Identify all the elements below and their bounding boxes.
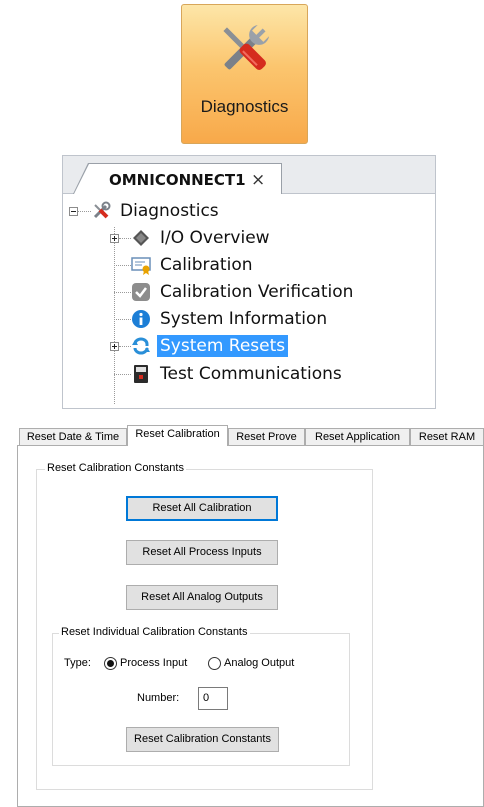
tree-item-label: Calibration Verification xyxy=(160,282,354,302)
tab-reset-calibration[interactable]: Reset Calibration xyxy=(127,425,228,446)
tree-item-system-information[interactable]: System Information xyxy=(131,306,330,332)
group-title: Reset Individual Calibration Constants xyxy=(59,626,250,638)
tree-item-label: Test Communications xyxy=(160,364,342,384)
tree-expand-toggle-system-resets[interactable] xyxy=(110,342,119,351)
tree-item-label: System Information xyxy=(160,309,328,329)
reset-all-process-inputs-button[interactable]: Reset All Process Inputs xyxy=(126,540,278,565)
tree-item-io-overview[interactable]: I/O Overview xyxy=(131,225,273,251)
tree-item-calibration-verification[interactable]: Calibration Verification xyxy=(131,279,356,305)
tree-item-system-resets[interactable]: System Resets xyxy=(131,333,289,359)
analog-output-label[interactable]: Analog Output xyxy=(224,657,294,669)
reset-icon xyxy=(132,337,150,355)
number-input[interactable]: 0 xyxy=(198,687,228,710)
group-title: Reset Calibration Constants xyxy=(45,462,186,474)
tree-collapse-toggle-diagnostics[interactable] xyxy=(69,207,78,216)
tree-item-test-communications[interactable]: Test Communications xyxy=(131,361,345,387)
tree-view: Diagnostics I/O Overview Calibration Cal… xyxy=(62,194,436,409)
check-badge-icon xyxy=(132,283,150,301)
tree-item-label: Calibration xyxy=(160,255,253,275)
diagnostics-ribbon-button[interactable]: Diagnostics xyxy=(181,4,308,144)
close-icon[interactable]: × xyxy=(251,170,265,190)
reset-individual-calibration-constants-group: Reset Individual Calibration Constants T… xyxy=(52,626,350,766)
diagnostics-label: Diagnostics xyxy=(200,97,289,116)
analog-output-radio[interactable] xyxy=(208,657,221,670)
diagnostics-tree-panel: OMNICONNECT1 × Diagnostics I/O Overview … xyxy=(62,155,436,409)
tree-expand-toggle-io-overview[interactable] xyxy=(110,234,119,243)
tab-reset-date-time[interactable]: Reset Date & Time xyxy=(19,428,127,445)
reset-all-analog-outputs-button[interactable]: Reset All Analog Outputs xyxy=(126,585,278,610)
type-label: Type: xyxy=(64,657,91,669)
reset-calibration-constants-button[interactable]: Reset Calibration Constants xyxy=(126,727,279,752)
process-input-label[interactable]: Process Input xyxy=(120,657,187,669)
tree-item-label: System Resets xyxy=(157,335,289,357)
document-tab-title: OMNICONNECT1 xyxy=(109,171,246,189)
reset-calibration-tab-page: Reset Calibration Constants Reset All Ca… xyxy=(17,445,484,807)
tools-icon xyxy=(93,201,111,219)
number-label: Number: xyxy=(137,692,180,704)
communications-device-icon xyxy=(134,365,148,383)
io-overview-icon xyxy=(133,230,149,246)
tree-item-label: Diagnostics xyxy=(120,201,219,221)
reset-calibration-constants-group: Reset Calibration Constants Reset All Ca… xyxy=(36,462,373,790)
tab-reset-prove[interactable]: Reset Prove xyxy=(228,428,305,445)
document-tab-strip: OMNICONNECT1 × xyxy=(62,155,436,196)
tree-item-calibration[interactable]: Calibration xyxy=(131,252,256,278)
tools-icon xyxy=(223,24,270,70)
info-icon xyxy=(132,310,150,328)
tab-reset-ram[interactable]: Reset RAM xyxy=(410,428,484,445)
system-resets-dialog: Reset Date & Time Reset Calibration Rese… xyxy=(17,425,484,807)
document-tab-omniconnect1[interactable]: OMNICONNECT1 × xyxy=(73,164,281,196)
tree-item-diagnostics[interactable]: Diagnostics xyxy=(91,198,222,224)
reset-all-calibration-button[interactable]: Reset All Calibration xyxy=(126,496,278,521)
tree-item-label: I/O Overview xyxy=(160,228,270,248)
calibration-icon xyxy=(131,257,151,275)
process-input-radio[interactable] xyxy=(104,657,117,670)
tab-reset-application[interactable]: Reset Application xyxy=(305,428,410,445)
